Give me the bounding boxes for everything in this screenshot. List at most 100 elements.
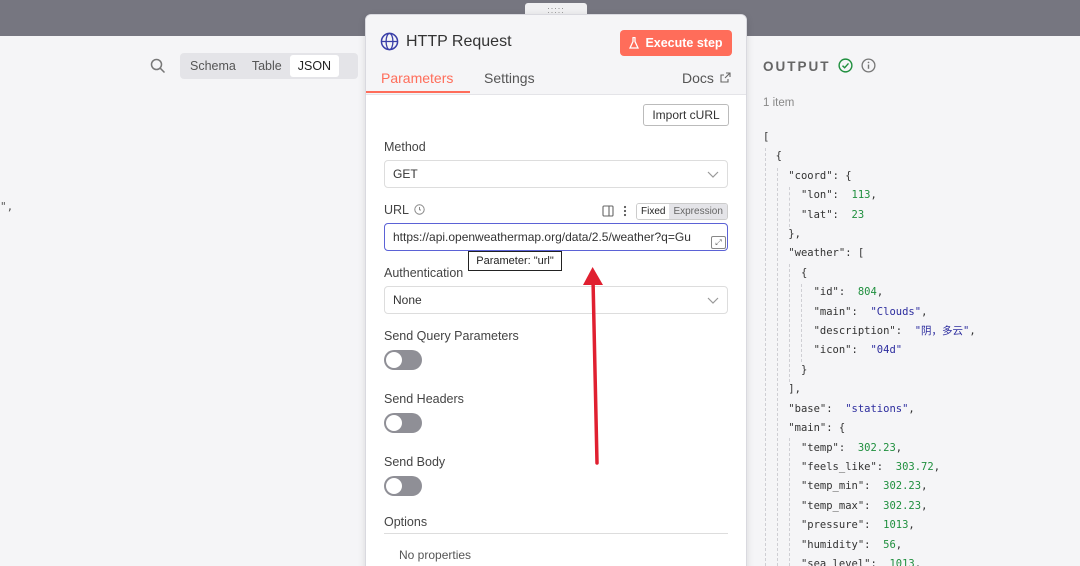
annotation-arrow	[583, 267, 603, 465]
json-punct: :	[864, 499, 884, 512]
docs-label: Docs	[682, 70, 714, 86]
send-headers-label: Send Headers	[384, 392, 464, 406]
json-key: "id"	[813, 286, 839, 299]
send-query-toggle[interactable]	[384, 350, 422, 370]
json-punct: [	[763, 131, 770, 143]
json-line: {	[763, 147, 976, 166]
json-key: "main"	[788, 422, 827, 435]
json-string: "Clouds"	[870, 305, 922, 318]
url-label-text: URL	[384, 203, 409, 217]
send-body-label: Send Body	[384, 455, 446, 469]
json-punct: ,	[908, 402, 915, 415]
json-key: "temp_min"	[800, 480, 865, 493]
send-body-toggle[interactable]	[384, 476, 422, 496]
json-key: "weather"	[788, 247, 846, 260]
import-curl-button[interactable]: Import cURL	[643, 104, 729, 126]
json-line: "feels_like": 303.72,	[763, 458, 976, 477]
json-punct: ],	[788, 383, 801, 396]
json-punct: :	[838, 286, 858, 299]
execute-step-button[interactable]: Execute step	[620, 30, 732, 56]
side-panel-icon[interactable]	[602, 205, 614, 217]
globe-icon	[380, 32, 399, 51]
view-tab-json[interactable]: JSON	[289, 55, 340, 77]
json-punct: {	[775, 150, 782, 163]
json-punct: ,	[921, 305, 928, 318]
json-line: ],	[763, 380, 976, 399]
json-line: "weather": [	[763, 244, 976, 263]
json-line: "base": "stations",	[763, 400, 976, 419]
panel-header: HTTP Request Execute step Parameters Set…	[366, 15, 746, 95]
json-key: "temp_max"	[800, 499, 865, 512]
node-title: HTTP Request	[406, 33, 512, 50]
authentication-label: Authentication	[384, 266, 464, 280]
json-punct: ,	[876, 286, 884, 299]
json-line: "main": "Clouds",	[763, 303, 976, 322]
json-punct: ,	[895, 441, 903, 454]
help-icon[interactable]	[414, 204, 425, 215]
json-line: "humidity": 56,	[763, 536, 976, 555]
view-tab-table[interactable]: Table	[244, 55, 290, 77]
input-json-fragment: ",	[0, 200, 14, 213]
json-number: 302.23	[883, 499, 922, 512]
active-tab-indicator	[366, 91, 470, 93]
tab-parameters[interactable]: Parameters	[381, 70, 453, 86]
flask-icon	[629, 37, 640, 49]
input-pane	[0, 36, 365, 566]
json-number: 1013	[889, 557, 915, 566]
search-icon[interactable]	[150, 58, 166, 74]
toggle-knob	[386, 478, 402, 494]
mode-expression[interactable]: Expression	[669, 204, 727, 219]
json-line: "pressure": 1013,	[763, 516, 976, 535]
json-line: },	[763, 225, 976, 244]
output-json-view: [ { "coord": { "lon": 113, "lat": 23 }, …	[763, 128, 976, 566]
json-number: 113	[851, 189, 871, 202]
json-punct: ,	[895, 538, 903, 551]
json-punct: :	[832, 208, 852, 221]
json-line: "coord": {	[763, 167, 976, 186]
json-line: "icon": "04d"	[763, 341, 976, 360]
view-mode-toggle: Schema Table JSON	[180, 53, 358, 79]
chevron-down-icon	[707, 297, 719, 304]
json-punct: }	[800, 363, 808, 376]
more-options-icon[interactable]	[619, 205, 631, 217]
json-number: 1013	[883, 519, 909, 532]
json-line: "lat": 23	[763, 206, 976, 225]
json-key: "base"	[788, 402, 827, 415]
json-number: 302.23	[883, 480, 922, 493]
url-input[interactable]: https://api.openweathermap.org/data/2.5/…	[384, 223, 728, 251]
json-line: "main": {	[763, 419, 976, 438]
docs-link[interactable]: Docs	[682, 70, 731, 86]
json-punct: :	[864, 519, 884, 532]
json-number: 302.23	[857, 441, 896, 454]
json-key: "temp"	[800, 441, 839, 454]
toggle-knob	[386, 352, 402, 368]
json-punct: :	[864, 480, 884, 493]
json-punct: ,	[908, 519, 915, 532]
authentication-select[interactable]: None	[384, 286, 728, 314]
mode-fixed[interactable]: Fixed	[637, 204, 670, 219]
json-punct: :	[895, 325, 915, 338]
json-punct: :	[851, 344, 871, 357]
expand-field-icon[interactable]: ⤢	[711, 236, 726, 249]
json-punct: :	[876, 460, 896, 473]
send-headers-toggle[interactable]	[384, 413, 422, 433]
success-check-icon	[838, 58, 853, 73]
fixed-expression-toggle: Fixed Expression	[636, 203, 728, 220]
json-key: "lon"	[800, 189, 833, 202]
json-key: "feels_like"	[800, 460, 877, 473]
method-select[interactable]: GET	[384, 160, 728, 188]
json-punct: ,	[870, 189, 877, 202]
json-string: "04d"	[870, 344, 903, 357]
json-punct: :	[838, 441, 858, 454]
json-number: 804	[857, 286, 877, 299]
json-number: 56	[883, 538, 896, 551]
json-punct: :	[870, 557, 890, 566]
tab-settings[interactable]: Settings	[484, 70, 535, 86]
json-line: [	[763, 128, 976, 147]
json-punct: :	[826, 402, 846, 415]
view-tab-schema[interactable]: Schema	[182, 55, 244, 77]
info-icon[interactable]	[861, 58, 876, 73]
json-string: "阴，多云"	[914, 325, 970, 338]
json-punct: },	[788, 228, 801, 241]
output-item-count: 1 item	[763, 97, 795, 109]
